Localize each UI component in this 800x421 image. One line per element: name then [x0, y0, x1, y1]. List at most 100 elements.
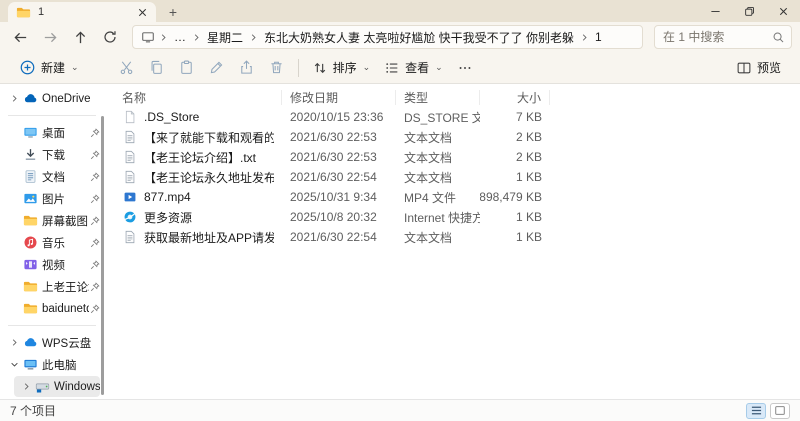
file-type: 文本文档: [404, 230, 453, 245]
pin-icon: [89, 193, 100, 204]
sidebar-item[interactable]: 上老王论坛当: [2, 276, 100, 297]
column-header-name[interactable]: 名称: [114, 90, 282, 105]
sidebar-item[interactable]: Windows-SSD: [14, 376, 100, 397]
file-size: 1 KB: [515, 230, 542, 244]
navigation-bar: … 星期二 东北大奶熟女人妻 太亮啦好尴尬 快干我受不了了 你别老躲 1: [0, 22, 800, 52]
paste-button[interactable]: [172, 55, 202, 81]
sidebar-item-label: OneDrive: [42, 92, 91, 105]
sidebar-item[interactable]: 下载: [2, 144, 100, 165]
file-row[interactable]: 877.mp4 2025/10/31 9:34 MP4 文件 898,479 KB: [114, 187, 800, 207]
folder-icon: [22, 279, 38, 295]
file-list: 名称 修改日期 类型 大小 .DS_Store 2020/10/15 23:36 D…: [106, 84, 800, 399]
refresh-button[interactable]: [96, 25, 124, 49]
sidebar-item[interactable]: OneDrive: [2, 88, 100, 109]
file-name-cell[interactable]: 877.mp4: [114, 189, 282, 205]
file-name-cell[interactable]: 获取最新地址及APP请发邮箱自动获取.txt: [114, 229, 282, 246]
sidebar-item[interactable]: WPS云盘: [2, 332, 100, 353]
close-button[interactable]: [766, 0, 800, 22]
file-name-cell[interactable]: 【老王论坛介绍】.txt: [114, 149, 282, 166]
details-view-toggle[interactable]: [746, 402, 766, 419]
view-button[interactable]: 查看 ⌄: [377, 55, 450, 81]
breadcrumb-item[interactable]: 1: [593, 30, 604, 44]
column-header-size[interactable]: 大小: [480, 90, 550, 105]
up-button[interactable]: [66, 25, 94, 49]
file-name-cell[interactable]: 【老王论坛永久地址发布页】.txt: [114, 169, 282, 186]
sidebar-item[interactable]: 文档: [2, 166, 100, 187]
share-button[interactable]: [232, 55, 262, 81]
sidebar-item[interactable]: 此电脑: [2, 354, 100, 375]
search-input[interactable]: [663, 30, 772, 44]
tab-close-icon[interactable]: [134, 4, 150, 20]
column-header-date[interactable]: 修改日期: [282, 90, 396, 105]
sidebar-scrollbar[interactable]: [101, 116, 104, 395]
new-button[interactable]: 新建 ⌄: [12, 55, 86, 81]
internet-shortcut-icon: [122, 209, 138, 225]
file-row[interactable]: 更多资源 2025/10/8 20:32 Internet 快捷方式 1 KB: [114, 207, 800, 227]
preview-button[interactable]: 预览: [729, 55, 788, 81]
sort-button[interactable]: 排序 ⌄: [305, 55, 378, 81]
sidebar-item[interactable]: 屏幕截图: [2, 210, 100, 231]
view-icon: [384, 60, 400, 76]
breadcrumb-item[interactable]: …: [172, 30, 188, 44]
sidebar-item[interactable]: baidunetdisl: [2, 298, 100, 319]
file-name-cell[interactable]: 【来了就能下载和观看的论坛，纯免费！】.txt: [114, 129, 282, 146]
file-row[interactable]: 【来了就能下载和观看的论坛，纯免费！】.txt 2021/6/30 22:53 文本…: [114, 127, 800, 147]
sidebar-item[interactable]: 图片: [2, 188, 100, 209]
file-row[interactable]: 【老王论坛永久地址发布页】.txt 2021/6/30 22:54 文本文档 1 KB: [114, 167, 800, 187]
file-row[interactable]: 获取最新地址及APP请发邮箱自动获取.txt 2021/6/30 22:54 文本文…: [114, 227, 800, 247]
file-date: 2021/6/30 22:54: [290, 170, 377, 184]
minimize-button[interactable]: [698, 0, 732, 22]
chevron-down-icon: ⌄: [435, 62, 443, 72]
delete-button[interactable]: [262, 55, 292, 81]
file-name-cell[interactable]: .DS_Store: [114, 109, 282, 125]
more-options-button[interactable]: [450, 55, 480, 81]
copy-button[interactable]: [142, 55, 172, 81]
icons-view-toggle[interactable]: [770, 402, 790, 419]
back-button[interactable]: [6, 25, 34, 49]
explorer-tab[interactable]: 1: [8, 2, 156, 22]
file-size: 898,479 KB: [480, 190, 542, 204]
forward-icon: [42, 29, 59, 46]
rename-icon: [208, 59, 225, 76]
sidebar-item[interactable]: 音乐: [2, 232, 100, 253]
search-icon: [772, 31, 785, 44]
file-type: Internet 快捷方式: [404, 210, 480, 225]
breadcrumb-item[interactable]: 星期二: [205, 29, 245, 46]
sidebar-item-label: baidunetdisl: [42, 302, 89, 315]
desktop-icon: [22, 125, 38, 141]
file-explorer-window: 1 + … 星期二东北大奶熟女人妻 太亮啦好尴尬 快干我受不了了 你别老躲 1 新建…: [0, 0, 800, 421]
search-box[interactable]: [654, 25, 792, 49]
file-name-cell[interactable]: 更多资源: [114, 209, 282, 226]
cut-button[interactable]: [112, 55, 142, 81]
sidebar-item-label: 文档: [42, 171, 65, 184]
sidebar-item[interactable]: 桌面: [2, 122, 100, 143]
address-bar[interactable]: … 星期二 东北大奶熟女人妻 太亮啦好尴尬 快干我受不了了 你别老躲 1: [132, 25, 643, 49]
maximize-button[interactable]: [732, 0, 766, 22]
forward-button[interactable]: [36, 25, 64, 49]
new-plus-icon: [19, 59, 36, 76]
sidebar-item-label: 下载: [42, 149, 65, 162]
sidebar-item-label: 桌面: [42, 127, 65, 140]
breadcrumb-chevron-icon: [192, 33, 201, 42]
file-type: 文本文档: [404, 150, 453, 165]
file-date: 2021/6/30 22:54: [290, 230, 377, 244]
file-size: 2 KB: [515, 150, 542, 164]
file-name: 【老王论坛永久地址发布页】.txt: [144, 170, 274, 185]
pin-icon: [89, 215, 100, 226]
file-row[interactable]: .DS_Store 2020/10/15 23:36 DS_STORE 文件 7 KB: [114, 107, 800, 127]
file-name: 【老王论坛介绍】.txt: [144, 150, 257, 165]
column-header-type[interactable]: 类型: [396, 90, 480, 105]
sidebar-item-label: 屏幕截图: [42, 215, 88, 228]
sidebar-item[interactable]: 视频: [2, 254, 100, 275]
file-date: 2020/10/15 23:36: [290, 110, 384, 124]
details-view-icon: [750, 405, 763, 416]
file-row[interactable]: 【老王论坛介绍】.txt 2021/6/30 22:53 文本文档 2 KB: [114, 147, 800, 167]
new-tab-button[interactable]: +: [162, 2, 184, 22]
folder-icon: [16, 5, 31, 20]
more-icon: [457, 60, 473, 76]
rename-button[interactable]: [202, 55, 232, 81]
file-size: 7 KB: [515, 110, 542, 124]
breadcrumb-item[interactable]: 东北大奶熟女人妻 太亮啦好尴尬 快干我受不了了 你别老躲: [262, 29, 576, 46]
pictures-icon: [22, 191, 38, 207]
delete-icon: [268, 59, 285, 76]
